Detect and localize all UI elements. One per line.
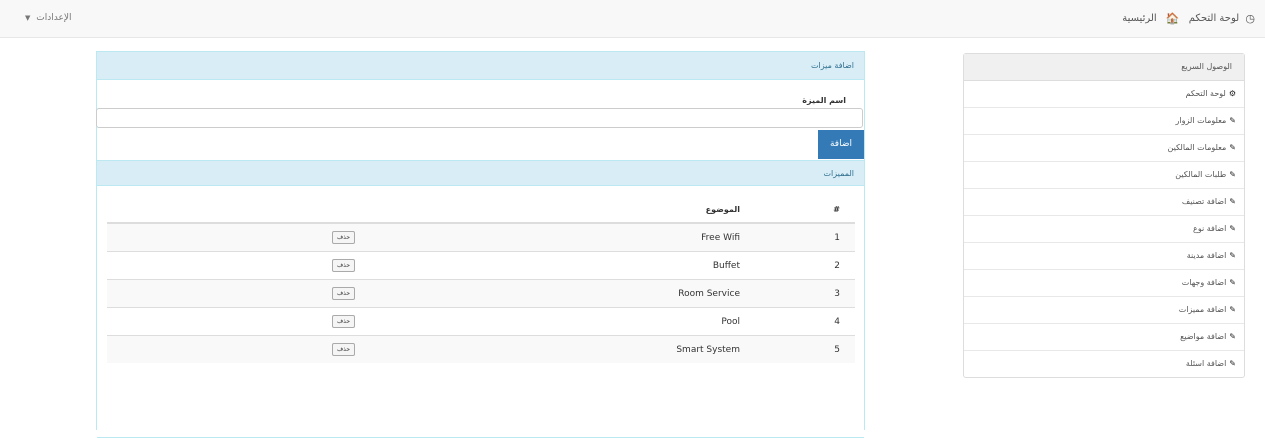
home-icon[interactable]: 🏠 bbox=[1166, 12, 1180, 25]
row-actions: حذف bbox=[107, 335, 430, 363]
row-subject: Smart System bbox=[430, 335, 750, 363]
row-subject: Buffet bbox=[430, 251, 750, 280]
sidebar-item-label: معلومات المالكين bbox=[1167, 143, 1227, 152]
delete-button[interactable]: حذف bbox=[331, 315, 356, 328]
pencil-icon: ✎ bbox=[1229, 170, 1236, 179]
table-row: 3 Room Service حذف bbox=[107, 279, 855, 308]
table-row: 5 Smart System حذف bbox=[107, 335, 855, 363]
pencil-icon: ✎ bbox=[1229, 116, 1236, 125]
column-header-subject: الموضوع bbox=[430, 196, 750, 224]
pencil-icon: ✎ bbox=[1229, 197, 1236, 206]
delete-button[interactable]: حذف bbox=[331, 231, 356, 244]
sidebar-item-label: اضافة مميزات bbox=[1178, 305, 1227, 314]
add-feature-button[interactable]: اضافة bbox=[818, 130, 864, 159]
pencil-icon: ✎ bbox=[1229, 251, 1236, 260]
delete-button[interactable]: حذف bbox=[331, 259, 356, 272]
row-actions: حذف bbox=[107, 222, 430, 252]
table-row: 4 Pool حذف bbox=[107, 307, 855, 336]
row-subject: Room Service bbox=[430, 279, 750, 308]
sidebar-item-label: معلومات الزوار bbox=[1175, 116, 1227, 125]
pencil-icon: ✎ bbox=[1229, 305, 1236, 314]
sidebar-item-add-questions[interactable]: ✎اضافة اسئلة bbox=[964, 351, 1244, 377]
pencil-icon: ✎ bbox=[1229, 143, 1236, 152]
features-table: # الموضوع 1 Free Wifi حذف 2 Buffet حذف 3 bbox=[107, 196, 855, 363]
row-actions: حذف bbox=[107, 279, 430, 308]
sidebar-title: الوصول السريع bbox=[964, 54, 1244, 81]
row-number: 4 bbox=[750, 307, 855, 336]
quick-access-sidebar: الوصول السريع ⚙لوحة التحكم ✎معلومات الزو… bbox=[963, 53, 1245, 378]
sidebar-item-label: لوحة التحكم bbox=[1185, 89, 1226, 98]
row-actions: حذف bbox=[107, 307, 430, 336]
table-row: 1 Free Wifi حذف bbox=[107, 222, 855, 252]
pencil-icon: ✎ bbox=[1229, 224, 1236, 233]
sidebar-item-owners[interactable]: ✎معلومات المالكين bbox=[964, 135, 1244, 162]
table-row: 2 Buffet حذف bbox=[107, 251, 855, 280]
caret-down-icon: ▼ bbox=[25, 14, 31, 22]
row-actions: حذف bbox=[107, 251, 430, 280]
sidebar-item-add-features[interactable]: ✎اضافة مميزات bbox=[964, 297, 1244, 324]
row-number: 5 bbox=[750, 335, 855, 363]
dashboard-icon: ⚙ bbox=[1228, 89, 1236, 98]
feature-name-label: اسم الميزة bbox=[802, 96, 846, 105]
row-number: 3 bbox=[750, 279, 855, 308]
sidebar-item-label: طلبات المالكين bbox=[1175, 170, 1227, 179]
sidebar-item-label: اضافة مدينة bbox=[1186, 251, 1227, 260]
home-link[interactable]: الرئيسية bbox=[1122, 13, 1156, 24]
pencil-icon: ✎ bbox=[1229, 332, 1236, 341]
row-subject: Free Wifi bbox=[430, 222, 750, 252]
sidebar-item-add-category[interactable]: ✎اضافة تصنيف bbox=[964, 189, 1244, 216]
sidebar-item-label: اضافة نوع bbox=[1193, 224, 1227, 233]
column-header-actions bbox=[107, 196, 430, 224]
sidebar-item-add-city[interactable]: ✎اضافة مدينة bbox=[964, 243, 1244, 270]
dashboard-link[interactable]: لوحة التحكم bbox=[1189, 13, 1239, 24]
sidebar-item-add-type[interactable]: ✎اضافة نوع bbox=[964, 216, 1244, 243]
pencil-icon: ✎ bbox=[1229, 359, 1236, 368]
navbar-brand: ◷ لوحة التحكم 🏠 الرئيسية bbox=[1122, 12, 1255, 25]
sidebar-item-label: اضافة تصنيف bbox=[1181, 197, 1227, 206]
dashboard-clock-icon[interactable]: ◷ bbox=[1245, 12, 1255, 25]
settings-dropdown[interactable]: الإعدادات ▼ bbox=[25, 13, 71, 23]
table-header-row: # الموضوع bbox=[107, 196, 855, 224]
delete-button[interactable]: حذف bbox=[331, 343, 356, 356]
sidebar-item-owner-requests[interactable]: ✎طلبات المالكين bbox=[964, 162, 1244, 189]
sidebar-item-dashboard[interactable]: ⚙لوحة التحكم bbox=[964, 81, 1244, 108]
pencil-icon: ✎ bbox=[1229, 278, 1236, 287]
column-header-number: # bbox=[750, 196, 855, 224]
sidebar-item-visitors[interactable]: ✎معلومات الزوار bbox=[964, 108, 1244, 135]
row-subject: Pool bbox=[430, 307, 750, 336]
feature-name-input[interactable] bbox=[96, 108, 863, 128]
sidebar-item-add-topics[interactable]: ✎اضافة مواضيع bbox=[964, 324, 1244, 351]
add-features-panel: اضافة ميزات اسم الميزة اضافة المميزات # … bbox=[96, 51, 865, 438]
delete-button[interactable]: حذف bbox=[331, 287, 356, 300]
sidebar-item-label: اضافة اسئلة bbox=[1185, 359, 1227, 368]
features-title: المميزات bbox=[97, 160, 864, 186]
row-number: 2 bbox=[750, 251, 855, 280]
panel-title: اضافة ميزات bbox=[97, 52, 864, 80]
row-number: 1 bbox=[750, 222, 855, 252]
sidebar-item-label: اضافة مواضيع bbox=[1180, 332, 1227, 341]
top-navbar: ◷ لوحة التحكم 🏠 الرئيسية الإعدادات ▼ bbox=[0, 0, 1265, 38]
settings-label: الإعدادات bbox=[36, 13, 72, 23]
sidebar-item-label: اضافة وجهات bbox=[1181, 278, 1227, 287]
sidebar-item-add-destinations[interactable]: ✎اضافة وجهات bbox=[964, 270, 1244, 297]
